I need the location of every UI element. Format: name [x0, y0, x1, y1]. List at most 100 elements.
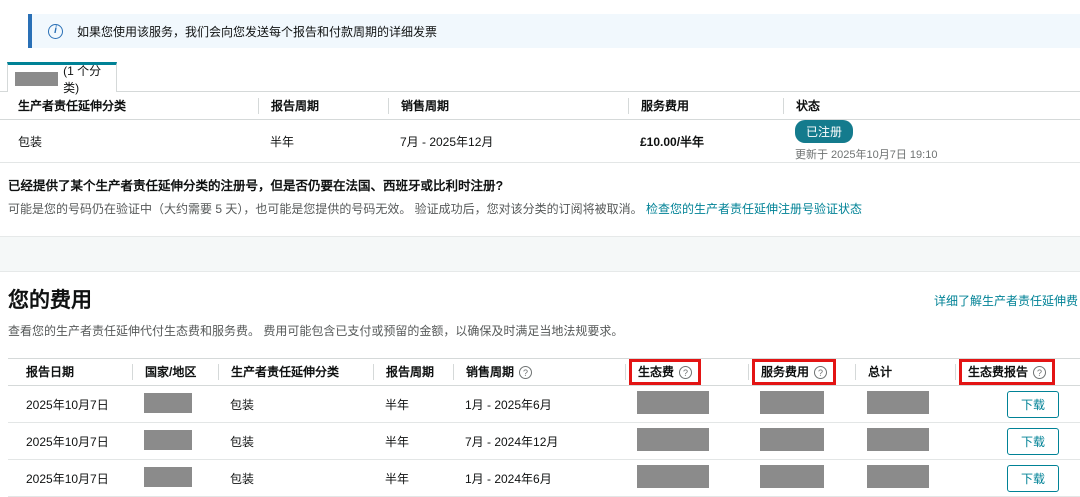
- fees-table-row: 2025年10月7日 包装 半年 1月 - 2025年6月 下载: [8, 386, 1080, 423]
- fees-table-row: 2025年10月7日 包装 半年 7月 - 2024年12月 下载: [8, 423, 1080, 460]
- col-total: 总计: [855, 364, 955, 380]
- report-period-value: 半年: [373, 396, 453, 413]
- eco-fee-highlight-box: 生态费 ?: [629, 359, 701, 385]
- service-fee-cell: [748, 391, 855, 417]
- download-button[interactable]: 下载: [1007, 428, 1059, 455]
- redacted-eco-fee: [637, 465, 709, 488]
- redacted-country: [144, 393, 192, 413]
- status-updated-text: 更新于 2025年10月7日 19:10: [795, 146, 1080, 162]
- report-period-value: 半年: [373, 470, 453, 487]
- eco-report-cell: 下载: [955, 428, 1080, 455]
- redacted-tab-label: [15, 72, 58, 86]
- eco-fee-cell: [625, 428, 748, 454]
- download-button[interactable]: 下载: [1007, 465, 1059, 492]
- eco-fee-cell: [625, 465, 748, 491]
- fees-section-subtitle: 查看您的生产者责任延伸代付生态费和服务费。 费用可能包含已支付或预留的金额，以确…: [8, 322, 1072, 339]
- fees-section-header: 您的费用 详细了解生产者责任延伸费 查看您的生产者责任延伸代付生态费和服务费。 …: [8, 284, 1072, 339]
- eco-report-highlight-box: 生态费报告 ?: [959, 359, 1055, 385]
- category-value: 包装: [218, 433, 373, 450]
- service-fee-highlight-box: 服务费用 ?: [752, 359, 836, 385]
- epr-category-value: 包装: [0, 133, 258, 150]
- info-banner-text: 如果您使用该服务，我们会向您发送每个报告和付款周期的详细发票: [77, 23, 437, 40]
- sales-period-value: 7月 - 2025年12月: [388, 133, 628, 150]
- col-country: 国家/地区: [132, 364, 218, 380]
- col-service-fee-label: 服务费用: [761, 364, 809, 380]
- country-cell: [132, 467, 218, 490]
- col-status: 状态: [783, 98, 1080, 114]
- category-value: 包装: [218, 470, 373, 487]
- service-fee-value: £10.00/半年: [628, 133, 783, 150]
- col-service-fee: 服务费用: [628, 98, 783, 114]
- col-report-period-label: 报告周期: [386, 364, 434, 380]
- report-date-value: 2025年10月7日: [8, 396, 132, 413]
- col-report-period: 报告周期: [373, 364, 453, 380]
- service-fee-cell: [748, 428, 855, 454]
- eco-report-help-icon[interactable]: ?: [1033, 366, 1046, 379]
- col-report-date: 报告日期: [8, 364, 132, 380]
- col-sales-period-label: 销售周期: [466, 364, 514, 380]
- tab-category[interactable]: (1 个分类): [7, 62, 117, 92]
- redacted-service-fee: [760, 391, 824, 414]
- redacted-total: [867, 391, 929, 414]
- fees-table-row: 2025年10月7日 包装 半年 1月 - 2024年6月 下载: [8, 460, 1080, 497]
- col-eco-fee-label: 生态费: [638, 364, 674, 380]
- report-date-value: 2025年10月7日: [8, 470, 132, 487]
- status-cell: 已注册 更新于 2025年10月7日 19:10: [783, 120, 1080, 162]
- report-date-value: 2025年10月7日: [8, 433, 132, 450]
- country-cell: [132, 393, 218, 416]
- col-sales-period: 销售周期: [388, 98, 628, 114]
- redacted-eco-fee: [637, 428, 709, 451]
- col-epr-category: 生产者责任延伸分类: [0, 98, 258, 114]
- category-value: 包装: [218, 396, 373, 413]
- download-button[interactable]: 下载: [1007, 391, 1059, 418]
- redacted-service-fee: [760, 465, 824, 488]
- total-cell: [855, 391, 955, 417]
- info-banner: i 如果您使用该服务，我们会向您发送每个报告和付款周期的详细发票: [28, 14, 1080, 48]
- report-period-value: 半年: [373, 433, 453, 450]
- tab-bar: (1 个分类): [7, 62, 1080, 92]
- col-sales-period: 销售周期 ?: [453, 364, 625, 380]
- redacted-total: [867, 428, 929, 451]
- registration-table-row: 包装 半年 7月 - 2025年12月 £10.00/半年 已注册 更新于 20…: [0, 120, 1080, 163]
- fees-table-header: 报告日期 国家/地区 生产者责任延伸分类 报告周期 销售周期 ? 生态费 ? 服…: [8, 359, 1080, 386]
- col-eco-report-label: 生态费报告: [968, 364, 1028, 380]
- report-period-value: 半年: [258, 133, 388, 150]
- col-epr-category: 生产者责任延伸分类: [218, 364, 373, 380]
- service-fee-help-icon[interactable]: ?: [814, 366, 827, 379]
- eco-fee-cell: [625, 391, 748, 417]
- section-divider-band: [0, 236, 1080, 272]
- fees-section-title: 您的费用: [8, 284, 1072, 314]
- fees-table: 报告日期 国家/地区 生产者责任延伸分类 报告周期 销售周期 ? 生态费 ? 服…: [8, 358, 1080, 497]
- col-eco-fee: 生态费 ?: [625, 364, 748, 380]
- col-total-label: 总计: [868, 364, 892, 380]
- col-epr-category-label: 生产者责任延伸分类: [231, 364, 339, 380]
- country-cell: [132, 430, 218, 453]
- verification-notice: 已经提供了某个生产者责任延伸分类的注册号，但是否仍要在法国、西班牙或比利时注册?…: [8, 175, 1080, 217]
- tab-category-count: (1 个分类): [63, 62, 116, 96]
- col-report-period: 报告周期: [258, 98, 388, 114]
- eco-fee-help-icon[interactable]: ?: [679, 366, 692, 379]
- sales-period-value: 1月 - 2025年6月: [453, 396, 625, 413]
- redacted-total: [867, 465, 929, 488]
- service-fee-cell: [748, 465, 855, 491]
- registration-table-header: 生产者责任延伸分类 报告周期 销售周期 服务费用 状态: [0, 92, 1080, 120]
- sales-period-value: 7月 - 2024年12月: [453, 433, 625, 450]
- total-cell: [855, 428, 955, 454]
- sales-period-help-icon[interactable]: ?: [519, 366, 532, 379]
- col-service-fee: 服务费用 ?: [748, 364, 855, 380]
- verification-notice-body: 可能是您的号码仍在验证中（大约需要 5 天），也可能是您提供的号码无效。 验证成…: [8, 200, 1080, 217]
- redacted-eco-fee: [637, 391, 709, 414]
- verification-notice-title: 已经提供了某个生产者责任延伸分类的注册号，但是否仍要在法国、西班牙或比利时注册?: [8, 175, 1080, 194]
- eco-report-cell: 下载: [955, 391, 1080, 418]
- learn-more-epr-fees-link[interactable]: 详细了解生产者责任延伸费: [934, 292, 1078, 309]
- verification-notice-text: 可能是您的号码仍在验证中（大约需要 5 天），也可能是您提供的号码无效。 验证成…: [8, 202, 643, 216]
- redacted-country: [144, 467, 192, 487]
- redacted-country: [144, 430, 192, 450]
- check-verification-status-link[interactable]: 检查您的生产者责任延伸注册号验证状态: [646, 202, 862, 216]
- col-eco-report: 生态费报告 ?: [955, 364, 1080, 380]
- redacted-service-fee: [760, 428, 824, 451]
- registration-table: 生产者责任延伸分类 报告周期 销售周期 服务费用 状态 包装 半年 7月 - 2…: [0, 91, 1080, 163]
- info-icon: i: [48, 24, 63, 39]
- sales-period-value: 1月 - 2024年6月: [453, 470, 625, 487]
- total-cell: [855, 465, 955, 491]
